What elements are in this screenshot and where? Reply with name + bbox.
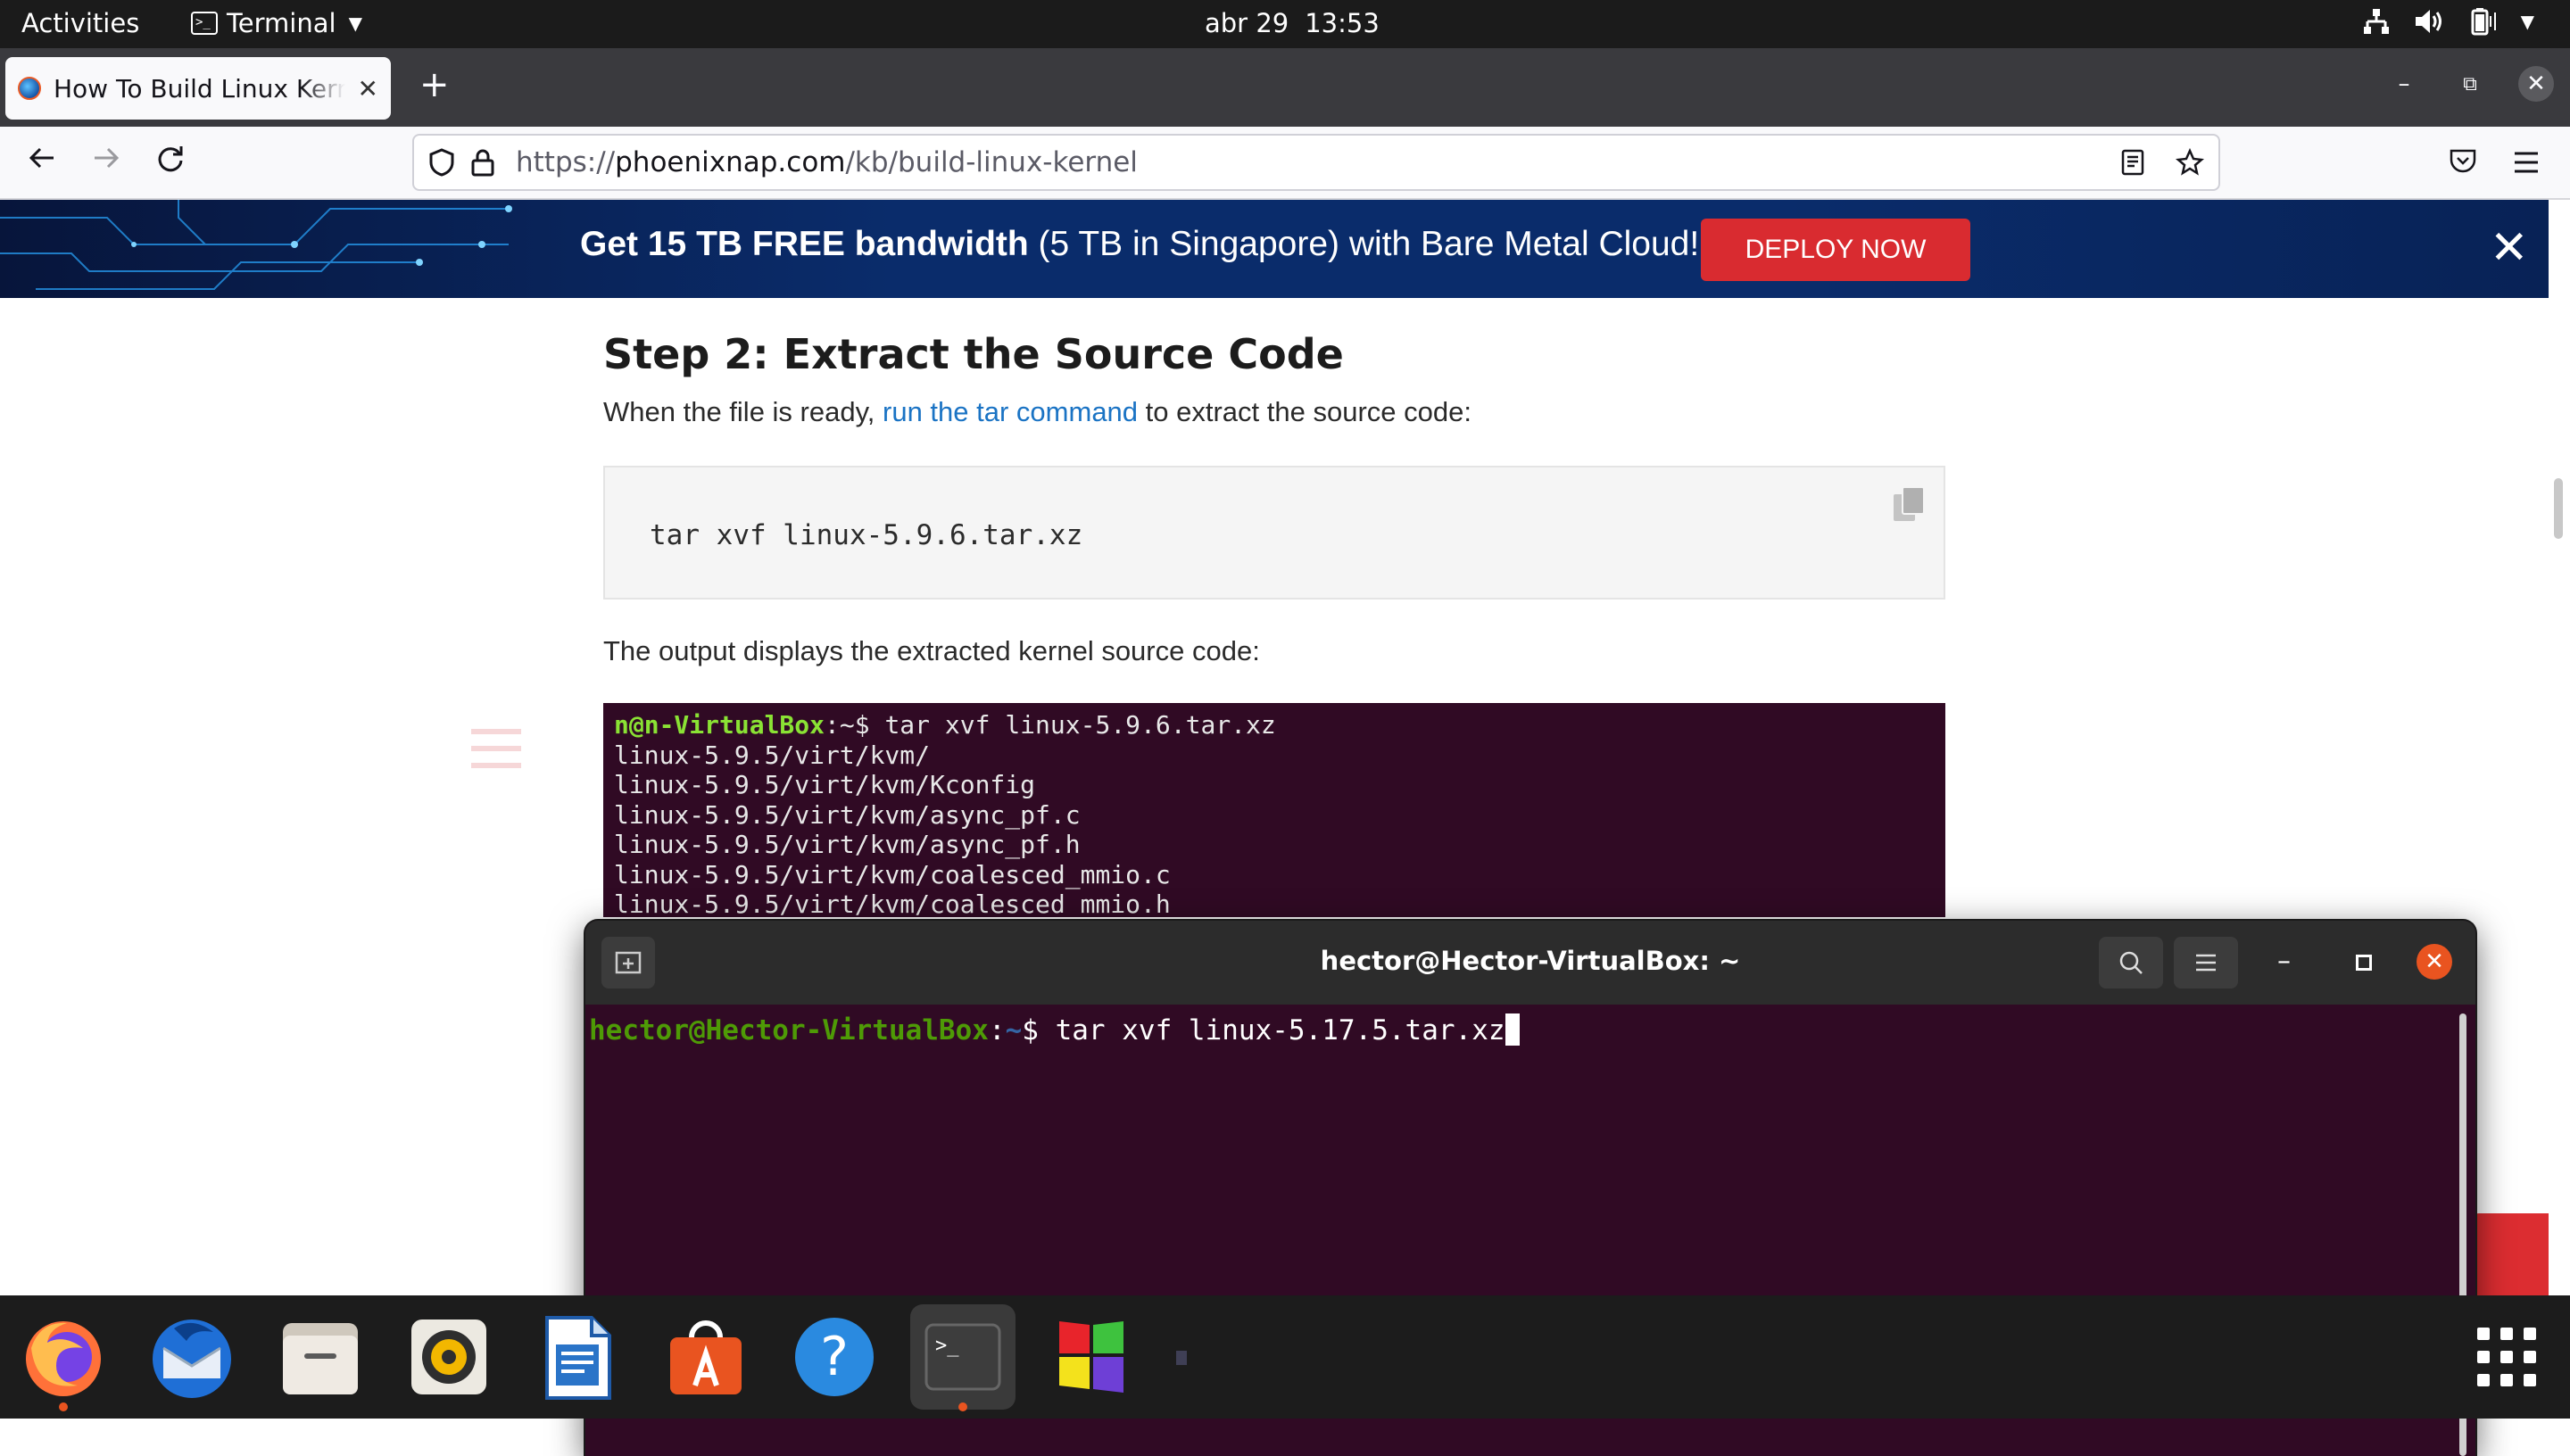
step-heading: Step 2: Extract the Source Code (603, 330, 1344, 378)
firefox-icon (26, 1321, 101, 1396)
screenshot-output-line: linux-5.9.5/virt/kvm/async_pf.c (614, 799, 1081, 830)
close-banner-icon[interactable]: ✕ (2490, 221, 2529, 275)
arrow-right-icon (95, 147, 120, 169)
terminal-command-text: tar xvf linux-5.17.5.tar.xz (1055, 1014, 1505, 1046)
windows-app-icon (1059, 1321, 1123, 1393)
files-icon (283, 1323, 358, 1394)
bookmark-star-icon[interactable] (2176, 148, 2204, 177)
gnome-top-bar: Activities >_ Terminal ▼ abr 29 13:53 ▼ (0, 0, 2570, 48)
dock-firefox[interactable] (11, 1304, 116, 1411)
promo-text: Get 15 TB FREE bandwidth (5 TB in Singap… (580, 225, 1700, 263)
dock-ubuntu-software[interactable] (653, 1304, 759, 1410)
close-window-button[interactable]: ✕ (2518, 66, 2554, 102)
intro-paragraph: When the file is ready, run the tar comm… (603, 396, 1472, 427)
screenshot-output-line: linux-5.9.5/virt/kvm/coalesced_mmio.h (614, 889, 1171, 917)
tar-command-link[interactable]: run the tar command (883, 396, 1138, 427)
terminal-search-button[interactable] (2099, 937, 2163, 989)
activities-button[interactable]: Activities (21, 8, 139, 38)
reader-view-icon[interactable] (2120, 149, 2145, 176)
dock-files[interactable] (268, 1304, 373, 1410)
browser-tab[interactable]: How To Build Linux Kernel ✕ (5, 57, 391, 120)
code-block: tar xvf linux-5.9.6.tar.xz (603, 466, 1945, 600)
svg-text:?: ? (820, 1326, 849, 1388)
promo-banner: Get 15 TB FREE bandwidth (5 TB in Singap… (0, 200, 2549, 298)
terminal-icon: >_ (924, 1323, 1001, 1391)
svg-text:>_: >_ (935, 1335, 959, 1357)
code-text[interactable]: tar xvf linux-5.9.6.tar.xz (650, 519, 1082, 551)
clock-date: abr 29 (1205, 8, 1289, 38)
writer-icon (545, 1316, 611, 1400)
dock-thunderbird[interactable] (139, 1304, 245, 1410)
forward-button[interactable] (91, 143, 121, 181)
terminal-minimize-button[interactable]: – (2277, 946, 2291, 977)
screenshot-output-line: linux-5.9.5/virt/kvm/Kconfig (614, 770, 1036, 799)
hamburger-icon (2196, 954, 2216, 972)
app-menu-button[interactable] (2513, 146, 2540, 182)
browser-nav-bar: https://phoenixnap.com/kb/build-linux-ke… (0, 127, 2570, 200)
rhythmbox-icon (411, 1320, 486, 1394)
terminal-close-button[interactable]: ✕ (2417, 944, 2452, 980)
arrow-left-icon (29, 147, 54, 169)
terminal-output-screenshot: n@n-VirtualBox:~$ tar xvf linux-5.9.6.ta… (603, 703, 1945, 917)
chevron-down-icon[interactable]: ▼ (2521, 11, 2534, 32)
network-icon[interactable] (2362, 7, 2391, 36)
system-tray[interactable]: ▼ (2362, 7, 2534, 36)
back-button[interactable] (27, 143, 57, 181)
circuit-pattern-decoration (0, 200, 512, 290)
clock[interactable]: abr 29 13:53 (1205, 8, 1380, 38)
terminal-prompt-line[interactable]: hector@Hector-VirtualBox:~$ tar xvf linu… (589, 1013, 2472, 1046)
copy-icon[interactable] (1892, 485, 1926, 523)
pocket-button[interactable] (2449, 146, 2477, 182)
output-paragraph: The output displays the extracted kernel… (603, 635, 1260, 666)
dock-rhythmbox[interactable] (396, 1304, 502, 1410)
thunderbird-icon (153, 1320, 231, 1398)
window-controls: – ⧉ ✕ (2386, 66, 2554, 102)
terminal-maximize-button[interactable] (2356, 955, 2372, 971)
software-icon (670, 1320, 742, 1394)
battery-icon[interactable] (2467, 7, 2498, 36)
tab-title: How To Build Linux Kernel (54, 73, 345, 103)
terminal-small-icon: >_ (191, 12, 218, 35)
hamburger-icon (2515, 152, 2538, 173)
minimize-button[interactable]: – (2386, 70, 2422, 97)
lock-icon[interactable] (471, 148, 494, 177)
deploy-now-button[interactable]: DEPLOY NOW (1701, 219, 1970, 281)
chevron-down-icon: ▼ (348, 12, 362, 34)
help-icon: ? (795, 1318, 874, 1396)
new-tab-button[interactable]: + (419, 64, 450, 105)
dock-placeholder-icon (1176, 1351, 1187, 1365)
shield-icon[interactable] (428, 148, 455, 177)
search-icon (2119, 951, 2143, 974)
chat-widget-button[interactable] (2472, 1213, 2549, 1299)
table-of-contents-toggle-icon[interactable] (469, 728, 523, 769)
dock-windows-app[interactable] (1039, 1304, 1144, 1410)
url-bar[interactable]: https://phoenixnap.com/kb/build-linux-ke… (412, 134, 2220, 191)
screenshot-output-line: linux-5.9.5/virt/kvm/coalesced_mmio.c (614, 859, 1171, 889)
reload-icon (158, 146, 183, 172)
app-menu[interactable]: >_ Terminal ▼ (191, 8, 362, 38)
terminal-titlebar[interactable]: hector@Hector-VirtualBox: ~ – ✕ (585, 921, 2475, 1005)
dock-terminal[interactable]: >_ (910, 1304, 1016, 1411)
terminal-menu-button[interactable] (2174, 937, 2238, 989)
reload-button[interactable] (155, 143, 186, 181)
close-tab-icon[interactable]: ✕ (358, 74, 378, 103)
pocket-icon (2450, 149, 2476, 173)
url-text[interactable]: https://phoenixnap.com/kb/build-linux-ke… (516, 146, 1138, 178)
screenshot-prompt-line: n@n-VirtualBox:~$ tar xvf linux-5.9.6.ta… (614, 710, 1276, 740)
dock-help[interactable]: ? (782, 1304, 887, 1410)
app-menu-label: Terminal (227, 8, 336, 38)
site-favicon-icon (18, 77, 41, 100)
restore-button[interactable]: ⧉ (2452, 73, 2488, 95)
clock-time: 13:53 (1305, 8, 1380, 38)
dock-libreoffice-writer[interactable] (525, 1304, 630, 1410)
screenshot-output-line: linux-5.9.5/virt/kvm/async_pf.h (614, 830, 1081, 859)
screenshot-output-line: linux-5.9.5/virt/kvm/ (614, 740, 931, 770)
show-applications-button[interactable] (2477, 1328, 2536, 1386)
text-cursor (1505, 1013, 1520, 1046)
volume-icon[interactable] (2414, 8, 2444, 35)
page-scrollbar[interactable] (2554, 478, 2563, 539)
browser-tab-strip: How To Build Linux Kernel ✕ + – ⧉ ✕ (0, 48, 2570, 127)
dock: ? >_ (0, 1295, 2570, 1419)
